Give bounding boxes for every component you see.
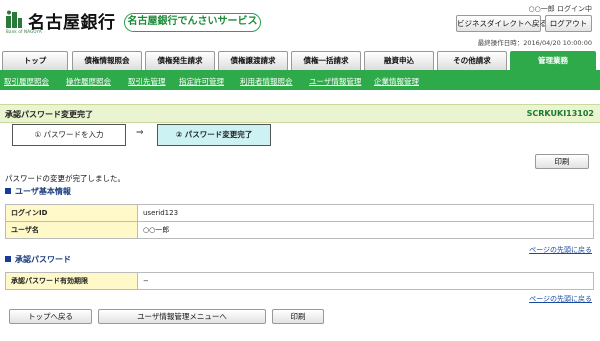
tab-claim-inquiry[interactable]: 債権情報照会	[72, 51, 142, 70]
submenu-permission-management[interactable]: 指定許可管理	[179, 76, 224, 87]
screen-id: SCRKUKI13102	[526, 109, 594, 118]
password-expiry-label: 承認パスワード有効期限	[5, 272, 138, 290]
tab-claim-transfer[interactable]: 債権譲渡請求	[218, 51, 288, 70]
submenu-transaction-history[interactable]: 取引履歴照会	[4, 76, 49, 87]
section-square-icon	[5, 188, 11, 194]
user-name-label: ユーザ名	[5, 221, 138, 239]
last-operation-time: 最終操作日時：2016/04/20 10:00:00	[477, 39, 592, 47]
bank-name: 名古屋銀行	[28, 13, 116, 33]
table-row: ログインID userid123	[5, 204, 594, 222]
approval-password-heading-text: 承認パスワード	[15, 255, 71, 264]
step-password-changed: ② パスワード変更完了	[157, 124, 271, 146]
tab-claim-bulk[interactable]: 債権一括請求	[291, 51, 361, 70]
bank-logo-icon	[6, 10, 22, 28]
bank-logo: Bank of NAGOYA 名古屋銀行	[6, 8, 115, 36]
login-id-value: userid123	[137, 204, 594, 222]
submenu-user-info-inquiry[interactable]: 利用者情報照会	[240, 76, 293, 87]
user-info-heading-text: ユーザ基本情報	[15, 187, 71, 196]
business-direct-return-button[interactable]: ビジネスダイレクトへ戻る	[456, 15, 547, 32]
logout-button[interactable]: ログアウト	[545, 15, 592, 32]
tab-claim-issue[interactable]: 債権発生請求	[145, 51, 215, 70]
page-title: 承認パスワード変更完了	[5, 110, 93, 119]
user-info-menu-button[interactable]: ユーザ情報管理メニューへ	[98, 309, 266, 324]
submenu-user-info-management[interactable]: ユーザ情報管理	[309, 76, 361, 87]
tab-loan-application[interactable]: 融資申込	[364, 51, 434, 70]
table-row: 承認パスワード有効期限 −	[5, 272, 594, 290]
header: Bank of NAGOYA 名古屋銀行 名古屋銀行でんさいサービス ○○一郎 …	[0, 0, 600, 50]
sub-navigation: 取引履歴照会 操作履歴照会 取引先管理 指定許可管理 利用者情報照会 ユーザ情報…	[0, 73, 600, 90]
print-button-bottom[interactable]: 印刷	[272, 309, 324, 324]
service-name-badge: 名古屋銀行でんさいサービス	[124, 13, 261, 32]
submenu-company-info-management[interactable]: 企業情報管理	[374, 76, 419, 87]
submenu-operation-history[interactable]: 操作履歴照会	[66, 76, 111, 87]
tab-other-requests[interactable]: その他請求	[437, 51, 507, 70]
completion-message: パスワードの変更が完了しました。	[5, 174, 125, 183]
tab-admin[interactable]: 管理業務	[510, 51, 596, 70]
page-title-bar: 承認パスワード変更完了 SCRKUKI13102	[0, 104, 600, 123]
login-id-label: ログインID	[5, 204, 138, 222]
approval-password-table: 承認パスワード有効期限 −	[5, 272, 594, 290]
page-top-link[interactable]: ページの先頭に戻る	[529, 294, 592, 304]
print-button-top[interactable]: 印刷	[535, 154, 589, 169]
user-info-heading: ユーザ基本情報	[5, 186, 71, 197]
table-row: ユーザ名 ○○一郎	[5, 221, 594, 239]
tab-top[interactable]: トップ	[2, 51, 68, 70]
section-square-icon	[5, 256, 11, 262]
user-info-table: ログインID userid123 ユーザ名 ○○一郎	[5, 204, 594, 239]
main-tabs: トップ 債権情報照会 債権発生請求 債権譲渡請求 債権一括請求 融資申込 その他…	[0, 51, 600, 70]
approval-password-heading: 承認パスワード	[5, 254, 71, 265]
user-name-value: ○○一郎	[137, 221, 594, 239]
back-to-top-button[interactable]: トップへ戻る	[9, 309, 92, 324]
step-arrow-icon: ⇒	[136, 128, 144, 138]
step-enter-password: ① パスワードを入力	[12, 124, 126, 146]
submenu-partner-management[interactable]: 取引先管理	[128, 76, 166, 87]
login-status: ○○一郎 ログイン中	[528, 5, 592, 13]
password-expiry-value: −	[137, 272, 594, 290]
page-top-link[interactable]: ページの先頭に戻る	[529, 245, 592, 255]
